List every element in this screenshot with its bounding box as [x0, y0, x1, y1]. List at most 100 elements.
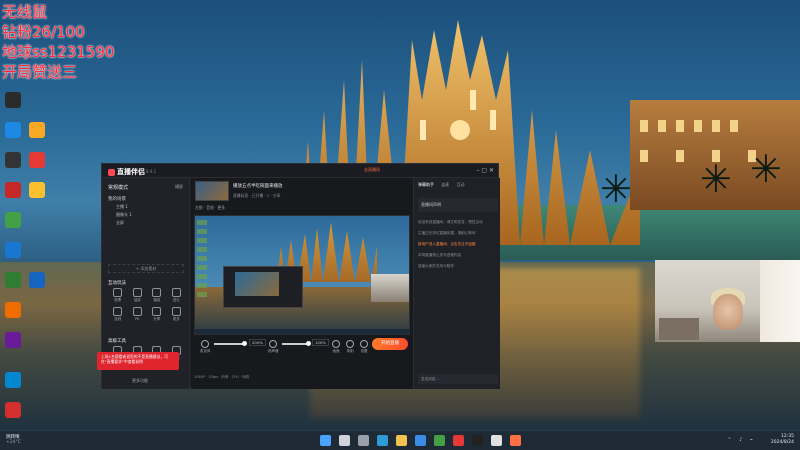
app-icon — [5, 212, 21, 228]
app-icon[interactable] — [510, 435, 521, 446]
tab-connect[interactable]: 连麦 — [441, 182, 449, 187]
minimize-icon[interactable]: – — [476, 167, 479, 174]
more-functions-link[interactable]: 更多功能 — [132, 378, 148, 384]
app-icon-10[interactable] — [2, 372, 24, 402]
scene-item[interactable]: 全屏 — [108, 220, 184, 228]
app-icon-5[interactable] — [2, 212, 24, 242]
scene-item[interactable]: 主播 1 — [108, 204, 184, 212]
app-icon-9[interactable] — [2, 332, 24, 362]
control-bar: 麦克风 200% 扬声器 100% 画面 录制 设置 开始直播 — [194, 338, 410, 364]
tool-label: 更多 — [172, 317, 180, 321]
record-control[interactable]: 录制 — [346, 340, 354, 354]
overlay-line: 钻粉26/100 — [2, 23, 85, 41]
start-live-button[interactable]: 开始直播 — [372, 338, 408, 350]
app-icon-1[interactable] — [2, 92, 24, 122]
tool-label: PK — [135, 317, 140, 321]
stream-cover-thumbnail[interactable] — [195, 181, 229, 201]
picture-control[interactable]: 画面 — [332, 340, 340, 354]
tool-item[interactable]: 连线 — [108, 307, 128, 322]
app-icon-12[interactable] — [26, 122, 48, 152]
search-icon[interactable] — [339, 435, 350, 446]
app-version: 8.9.1 — [146, 169, 157, 174]
add-source-button[interactable]: + 添加素材 — [108, 264, 184, 273]
store-icon[interactable] — [415, 435, 426, 446]
app-icon-6[interactable] — [2, 242, 24, 272]
mode-label[interactable]: 常规模式 — [108, 184, 128, 191]
app-icon — [5, 372, 21, 388]
microphone-control[interactable]: 麦克风 — [200, 340, 211, 354]
tool-icon — [152, 307, 162, 316]
app-icon-8[interactable] — [2, 302, 24, 332]
app-icon[interactable] — [453, 435, 464, 446]
app-icon-3[interactable] — [2, 152, 24, 182]
preview-nested-preview — [235, 272, 279, 296]
app-icon — [5, 152, 21, 168]
chat-message: 新用户进入直播间，点击关注不迷路 — [418, 242, 476, 246]
app-icon[interactable] — [472, 435, 483, 446]
settings-control[interactable]: 设置 — [360, 340, 368, 354]
app-icon — [29, 152, 45, 168]
chat-message: 欢迎来到直播间，请文明发言，理性互动 — [418, 220, 483, 224]
tool-item[interactable]: PK — [128, 307, 148, 322]
close-icon[interactable]: ✕ — [489, 167, 494, 174]
control-label: 扬声器 — [268, 349, 279, 353]
app-icon-7[interactable] — [2, 272, 24, 302]
speaker-control[interactable]: 扬声器 — [268, 340, 279, 354]
tool-icon — [152, 288, 162, 297]
explorer-icon[interactable] — [396, 435, 407, 446]
stream-title[interactable]: 播放五点半吃碗面来播放 — [233, 183, 283, 189]
tool-label: 送礼 — [172, 298, 180, 302]
left-panel: 常规模式 横屏 我的场景 主播 1 摄像头 1 全屏 + 添加素材 互动玩法 投… — [97, 178, 190, 389]
app-icon[interactable] — [491, 435, 502, 446]
chat-input[interactable]: 发送消息... — [418, 374, 498, 384]
tab-interact[interactable]: 互动 — [457, 182, 465, 187]
tool-item[interactable]: 福袋 — [147, 288, 167, 303]
scene-item[interactable]: 摄像头 1 — [108, 212, 184, 220]
tool-label: 连线 — [114, 317, 122, 321]
app-icon-4[interactable] — [2, 182, 24, 212]
app-icon-14[interactable] — [26, 182, 48, 212]
tool-label: 抽奖 — [133, 298, 141, 302]
edge-icon[interactable] — [377, 435, 388, 446]
tool-icon — [171, 307, 181, 316]
right-tabs: 弹幕助手 连麦 互动 — [418, 182, 498, 188]
goto-live-room-button[interactable]: 去直播间 — [364, 167, 380, 173]
taskbar-icons — [320, 435, 521, 446]
maximize-icon[interactable]: ▢ — [481, 167, 487, 174]
tab-danmaku[interactable]: 弹幕助手 — [418, 182, 434, 187]
tool-label: 福袋 — [153, 298, 161, 302]
system-tray[interactable]: ⌃ ♪ ⌁ — [727, 437, 756, 443]
app-icon[interactable] — [434, 435, 445, 446]
taskview-icon[interactable] — [358, 435, 369, 446]
app-icon-11[interactable] — [2, 402, 24, 432]
advanced-tools-title: 高级工具 — [108, 339, 126, 344]
microphone-volume-slider[interactable] — [214, 341, 247, 346]
live-companion-window: 直播伴侣 8.9.1 去直播间 – ▢ ✕ 常规模式 横屏 我的场景 主播 1 … — [97, 163, 500, 389]
chat-message: 本场直播禁止发布违规内容 — [418, 253, 462, 257]
control-label: 设置 — [360, 349, 368, 353]
clock[interactable]: 12:35 2024/8/24 — [771, 434, 794, 446]
app-icon-15[interactable] — [26, 272, 48, 302]
tool-item[interactable]: 抽奖 — [128, 288, 148, 303]
stream-header: 播放五点半吃碗面来播放 直播标签 · 已开播 · 1 · 分享 — [195, 181, 409, 203]
palm-tree-icon: ✳ — [750, 147, 782, 191]
microphone-volume-value: 200% — [249, 339, 266, 346]
weather-widget[interactable]: 阴转晴 +24°C — [6, 434, 21, 445]
orientation-switch[interactable]: 横屏 — [175, 184, 183, 190]
notification-toast[interactable]: 上场1名观看者说您的不是直播建议，可在“直播要求”中查看说明 — [97, 352, 179, 370]
taskbar: 阴转晴 +24°C ⌃ ♪ ⌁ 12:35 2024/8/24 — [0, 430, 800, 450]
stream-preview[interactable] — [194, 215, 410, 335]
overlay-line: 无线鼠 — [2, 3, 48, 21]
tools-title: 互动玩法 — [108, 281, 126, 286]
app-icon-13[interactable] — [26, 152, 48, 182]
start-icon[interactable] — [320, 435, 331, 446]
tool-item[interactable]: 投票 — [108, 288, 128, 303]
tool-item[interactable]: 分享 — [147, 307, 167, 322]
logo-icon — [108, 168, 115, 176]
app-icon-2[interactable] — [2, 122, 24, 152]
tool-item[interactable]: 送礼 — [167, 288, 187, 303]
preview-taskbar — [195, 329, 409, 334]
speaker-icon — [269, 340, 278, 348]
speaker-volume-slider[interactable] — [282, 341, 311, 346]
tool-item[interactable]: 更多 — [167, 307, 187, 322]
